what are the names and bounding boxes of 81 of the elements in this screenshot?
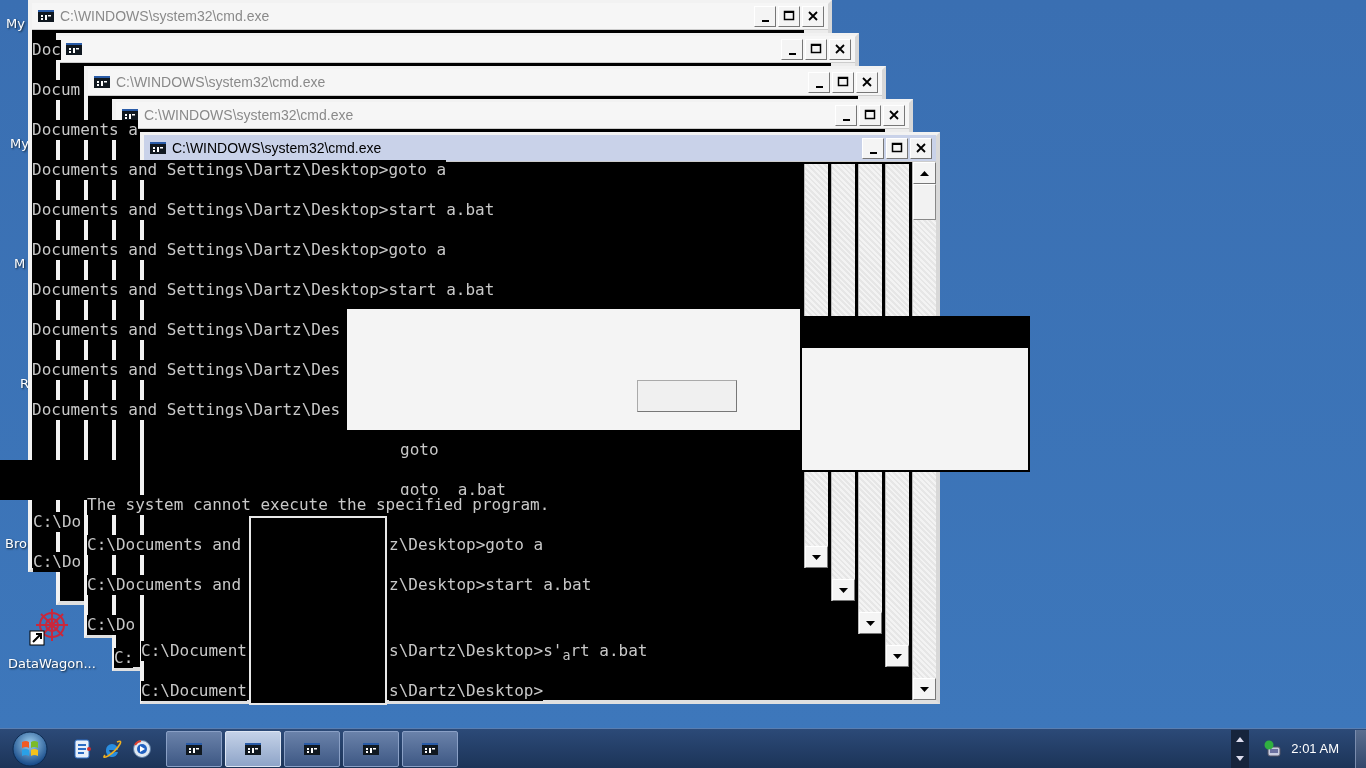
maximize-icon [864,109,876,121]
console-icon [363,742,379,755]
console-icon [66,43,82,55]
scroll-thumb[interactable] [913,184,936,220]
window-title: C:\WINDOWS\system32\cmd.exe [116,74,326,90]
minimize-button[interactable] [754,5,776,27]
desktop-icon-label[interactable]: M [14,256,26,271]
close-button[interactable] [802,5,824,27]
desktop-icon-label[interactable]: Bro [5,536,27,551]
down-arrow-icon[interactable] [1236,755,1245,761]
tray-scroll[interactable] [1231,729,1250,768]
up-arrow-icon [920,170,929,176]
down-arrow-icon [920,686,929,692]
network-icon[interactable] [1263,738,1284,759]
minimize-button[interactable] [781,38,803,60]
console-icon [422,742,438,755]
show-desktop-button[interactable] [1355,729,1366,768]
maximize-button[interactable] [778,5,800,27]
close-icon [807,10,819,22]
desktop-icon-label[interactable]: My [10,136,29,151]
close-icon [861,76,873,88]
scroll-down-button[interactable] [859,612,882,634]
console-icon [186,742,202,755]
close-button[interactable] [883,104,905,126]
start-button[interactable] [12,730,48,767]
desktop-icon-label[interactable]: R [20,376,30,391]
minimize-button[interactable] [808,71,830,93]
window-title: C:\WINDOWS\system32\cmd.exe [144,107,354,123]
maximize-button[interactable] [832,71,854,93]
minimize-button[interactable] [835,104,857,126]
maximize-button[interactable] [859,104,881,126]
desktop-icon-label[interactable]: My [6,16,25,31]
console-icon [38,10,54,22]
desktop-icon-label[interactable]: DataWagon... [8,656,96,671]
close-button[interactable] [856,71,878,93]
up-arrow-icon[interactable] [1236,736,1245,742]
down-arrow-icon [812,554,821,560]
minimize-icon [842,118,850,121]
down-arrow-icon [866,620,875,626]
close-button[interactable] [910,137,932,159]
maximize-icon [810,43,822,55]
maximize-icon [891,142,903,154]
taskbar-button[interactable] [166,730,222,767]
browser-icon[interactable] [102,738,122,759]
maximize-icon [783,10,795,22]
window-title: C:\WINDOWS\system32\cmd.exe [60,8,270,24]
taskbar-button[interactable] [402,730,458,767]
blank-button[interactable] [637,380,737,412]
title-bar[interactable]: C:\WINDOWS\system32\cmd.exe [144,135,936,162]
close-icon [915,142,927,154]
scroll-down-button[interactable] [913,678,936,700]
document-icon[interactable] [74,738,92,759]
console-icon [94,76,110,88]
down-arrow-icon [839,587,848,593]
minimize-icon [815,85,823,88]
console-icon [150,142,166,154]
taskbar-button[interactable] [343,730,399,767]
title-bar[interactable]: C:\WINDOWS\system32\cmd.exe [32,3,828,30]
maximize-button[interactable] [805,38,827,60]
minimize-icon [761,19,769,22]
clock[interactable]: 2:01 AM [1291,741,1339,756]
scroll-up-button[interactable] [913,162,936,184]
title-bar[interactable]: C:\WINDOWS\system32\cmd.exe [88,69,882,96]
close-button[interactable] [829,38,851,60]
minimize-icon [869,151,877,154]
console-icon [304,742,320,755]
scroll-down-button[interactable] [805,546,828,568]
minimize-icon [788,52,796,55]
console-icon [122,109,138,121]
media-player-icon[interactable] [132,738,152,759]
minimize-button[interactable] [862,137,884,159]
window-title: C:\WINDOWS\system32\cmd.exe [172,140,382,156]
scroll-down-button[interactable] [832,579,855,601]
scroll-down-button[interactable] [886,645,909,667]
taskbar-button[interactable] [284,730,340,767]
down-arrow-icon [893,653,902,659]
close-icon [834,43,846,55]
close-icon [888,109,900,121]
maximize-icon [837,76,849,88]
console-icon [245,742,261,755]
maximize-button[interactable] [886,137,908,159]
